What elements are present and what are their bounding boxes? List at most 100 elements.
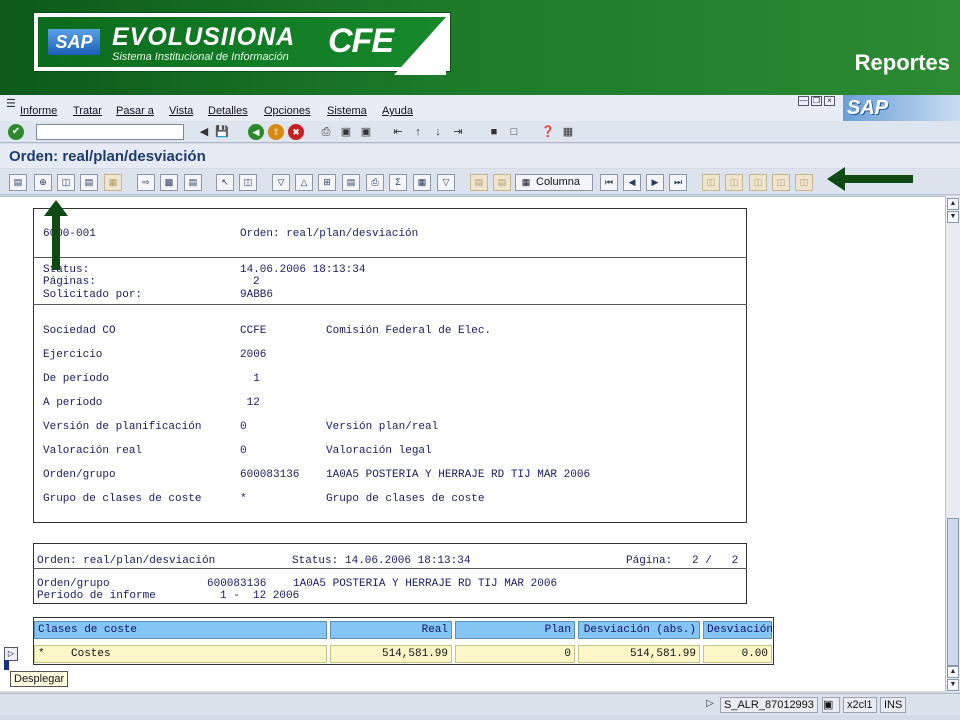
header-plan[interactable]: Plan — [455, 621, 575, 639]
param-label: A período — [43, 397, 103, 409]
evolusiiona-logo: SAP EVOLUSIIONA Sistema Institucional de… — [33, 12, 451, 75]
param-label: Versión de planificación — [43, 421, 202, 433]
save-icon[interactable]: 💾 — [214, 124, 230, 140]
first-page-icon[interactable]: ⇤ — [390, 124, 406, 140]
param-value: * — [240, 493, 247, 505]
param-desc: Grupo de clases de coste — [326, 493, 485, 505]
order-desc: 1A0A5 POSTERIA Y HERRAJE RD TIJ MAR 2006 — [293, 578, 558, 590]
back-icon[interactable]: ◀ — [248, 124, 264, 140]
exit-icon[interactable]: ⇧ — [268, 124, 284, 140]
header-desv-abs[interactable]: Desviación (abs.) — [578, 621, 700, 639]
layout-menu-icon[interactable]: ▦ — [560, 124, 576, 140]
status-mode: INS — [880, 697, 907, 713]
enter-icon[interactable]: ✔ — [8, 124, 24, 140]
print-icon[interactable]: ⎙ — [318, 124, 334, 140]
next-column-icon[interactable]: ▶ — [646, 174, 664, 191]
vertical-scrollbar[interactable]: ▲ ▼ ▲ ▼ — [945, 196, 960, 692]
find-icon[interactable]: ▣ — [338, 124, 354, 140]
previous-page-icon[interactable]: ↑ — [410, 124, 426, 140]
menu-sistema[interactable]: Sistema — [327, 105, 367, 117]
scroll-up-icon[interactable]: ▼ — [947, 211, 959, 223]
columns-icon[interactable]: ◫ — [239, 174, 257, 191]
report-title: Orden: real/plan/desviación — [240, 228, 419, 240]
disabled-icon-6[interactable]: ◫ — [772, 174, 790, 191]
param-label: Orden/grupo — [43, 469, 116, 481]
previous-column-icon[interactable]: ◀ — [623, 174, 641, 191]
back-small-icon[interactable]: ◀ — [196, 124, 212, 140]
cell-desv-abs[interactable]: 514,581.99 — [578, 645, 700, 663]
sum-icon[interactable]: Σ — [389, 174, 407, 191]
header-desv[interactable]: Desviación — [703, 621, 773, 639]
insert-icon[interactable]: ⊞ — [318, 174, 336, 191]
menu-opciones[interactable]: Opciones — [264, 105, 310, 117]
menu-ayuda[interactable]: Ayuda — [382, 105, 413, 117]
cell-real[interactable]: 514,581.99 — [330, 645, 452, 663]
disabled-icon-3[interactable]: ◫ — [702, 174, 720, 191]
menu-detalles[interactable]: Detalles — [208, 105, 248, 117]
title-bar: Orden: real/plan/desviación — [0, 144, 960, 168]
restore-icon[interactable]: ❐ — [811, 96, 822, 106]
scroll-top-icon[interactable]: ▲ — [947, 198, 959, 210]
cell-plan[interactable]: 0 — [455, 645, 575, 663]
page-banner: SAP EVOLUSIIONA Sistema Institucional de… — [0, 0, 960, 95]
scroll-bottom-icon[interactable]: ▼ — [947, 679, 959, 691]
export-icon[interactable]: ⇨ — [137, 174, 155, 191]
create-session-icon[interactable]: ■ — [486, 124, 502, 140]
select-icon[interactable]: ↖ — [216, 174, 234, 191]
pages-value: 2 — [253, 276, 260, 288]
menu-tratar[interactable]: Tratar — [73, 105, 102, 117]
cancel-icon[interactable]: ✖ — [288, 124, 304, 140]
report-icon[interactable]: ▤ — [184, 174, 202, 191]
menu-list-icon[interactable]: ☰ — [6, 97, 16, 110]
status-expand-icon[interactable]: ▷ — [706, 698, 714, 709]
expand-row-icon[interactable]: ▷ — [4, 647, 18, 661]
first-column-icon[interactable]: ⏮ — [600, 174, 618, 191]
command-field[interactable] — [36, 124, 184, 140]
param-value: CCFE — [240, 325, 267, 337]
menu-vista[interactable]: Vista — [169, 105, 193, 117]
cell-desv[interactable]: 0.00 — [703, 645, 772, 663]
header-real[interactable]: Real — [330, 621, 452, 639]
last-page-icon[interactable]: ⇥ — [450, 124, 466, 140]
scroll-down-icon[interactable]: ▲ — [947, 666, 959, 678]
filter-icon[interactable]: ▽ — [437, 174, 455, 191]
disabled-icon-7[interactable]: ◫ — [795, 174, 813, 191]
shortcut-icon[interactable]: □ — [506, 124, 522, 140]
columna-button[interactable]: ▦ Columna — [515, 174, 593, 191]
structure-icon[interactable]: ◫ — [57, 174, 75, 191]
collapse-icon[interactable]: △ — [295, 174, 313, 191]
disabled-icon-5[interactable]: ◫ — [749, 174, 767, 191]
requested-value: 9ABB6 — [240, 289, 274, 301]
find-next-icon[interactable]: ▣ — [358, 124, 374, 140]
tree-icon[interactable]: ▤ — [9, 174, 27, 191]
menu-pasar-a[interactable]: Pasar a — [116, 105, 154, 117]
param-value: 600083136 — [240, 469, 300, 481]
close-icon[interactable]: × — [824, 96, 835, 106]
last-column-icon[interactable]: ⏭ — [669, 174, 687, 191]
excel-icon[interactable]: ▦ — [413, 174, 431, 191]
chart-icon[interactable]: ▩ — [160, 174, 178, 191]
status-session-icon[interactable]: ▣ — [822, 697, 840, 713]
standard-toolbar: ✔ ◀ 💾 ◀ ⇧ ✖ ⎙ ▣ ▣ ⇤ ↑ ↓ ⇥ ■ □ ❓ ▦ — [0, 121, 960, 143]
menu-informe[interactable]: Informe — [20, 105, 57, 117]
print-list-icon[interactable]: ⎙ — [366, 174, 384, 191]
cfe-logo: CFE — [328, 22, 394, 60]
list-icon[interactable]: ▤ — [80, 174, 98, 191]
grid-icon[interactable]: ▦ — [104, 174, 122, 191]
header-clases[interactable]: Clases de coste — [34, 621, 327, 639]
status-value: 14.06.2006 18:13:34 — [240, 264, 366, 276]
order-value: 600083136 — [207, 578, 267, 590]
disabled-icon-1[interactable]: ▤ — [470, 174, 488, 191]
help-icon[interactable]: ❓ — [540, 124, 556, 140]
requested-label: Solicitado por: — [43, 289, 143, 301]
disabled-icon-4[interactable]: ◫ — [725, 174, 743, 191]
cell-clase[interactable]: * Costes — [34, 645, 327, 663]
disabled-icon-2[interactable]: ▤ — [493, 174, 511, 191]
scroll-thumb[interactable] — [947, 518, 959, 666]
next-page-icon[interactable]: ↓ — [430, 124, 446, 140]
minimize-icon[interactable]: — — [798, 96, 809, 106]
param-label: Ejercicio — [43, 349, 103, 361]
document-icon[interactable]: ▤ — [342, 174, 360, 191]
navigation-icon[interactable]: ⊕ — [34, 174, 52, 191]
expand-icon[interactable]: ▽ — [272, 174, 290, 191]
